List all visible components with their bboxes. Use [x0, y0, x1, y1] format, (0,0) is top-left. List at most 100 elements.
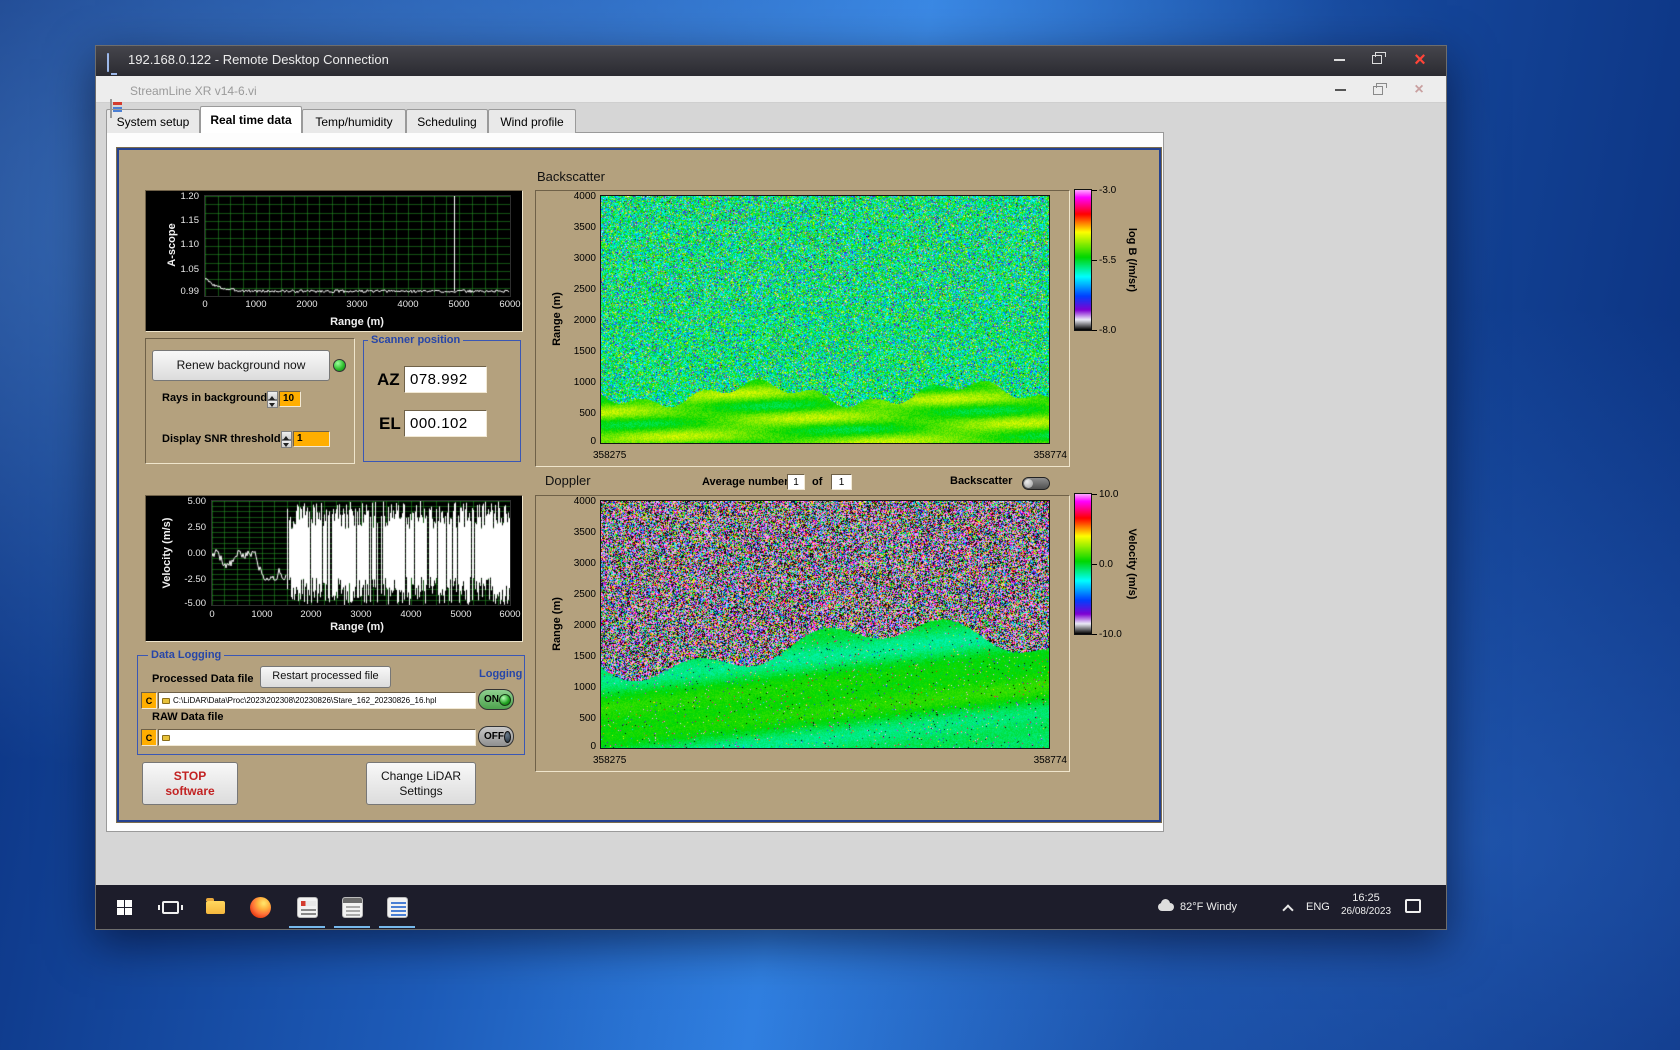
axis-tick-label: 6000: [499, 299, 521, 310]
axis-tick-label: 1000: [573, 682, 596, 693]
spin-down-icon[interactable]: [281, 439, 292, 448]
processed-logging-switch[interactable]: ON: [478, 689, 514, 710]
axis-tick-label: 0: [590, 741, 596, 752]
rdp-minimize-button[interactable]: [1320, 46, 1358, 73]
axis-tick-label: 4000: [400, 609, 422, 620]
remote-desktop-icon: [107, 53, 109, 72]
az-value-field[interactable]: 078.992: [404, 366, 487, 393]
language-indicator[interactable]: ENG: [1306, 901, 1330, 913]
colorbar-tick: [1092, 190, 1097, 191]
average-of-field[interactable]: 1: [831, 474, 852, 490]
axis-tick-label: -10.0: [1099, 629, 1122, 640]
average-number-label: Average number: [702, 476, 789, 488]
raw-file-path-field[interactable]: [158, 729, 476, 746]
app-window-icon: [110, 99, 112, 118]
axis-tick-label: 4000: [573, 191, 596, 202]
el-value-field[interactable]: 000.102: [404, 410, 487, 437]
raw-drive-selector[interactable]: C: [141, 729, 157, 746]
doppler-section-title: Doppler: [545, 473, 591, 488]
scan-schedule-icon: [341, 896, 363, 918]
scanner-position-title: Scanner position: [368, 334, 464, 346]
restart-processed-file-button[interactable]: Restart processed file: [260, 666, 391, 688]
task-view-button[interactable]: [150, 888, 190, 926]
ascope-x-axis-label: Range (m): [330, 316, 384, 328]
led-on-icon: [499, 693, 511, 706]
app-minimize-button[interactable]: [1322, 79, 1358, 101]
clock-time[interactable]: 16:25: [1336, 892, 1396, 904]
stop-software-button[interactable]: STOP software: [142, 762, 238, 805]
spin-down-icon[interactable]: [267, 399, 278, 408]
axis-tick-label: 5000: [450, 609, 472, 620]
spin-up-icon[interactable]: [281, 431, 292, 440]
app-window-title: StreamLine XR v14-6.vi: [130, 84, 257, 98]
data-logging-title: Data Logging: [148, 649, 225, 661]
snr-threshold-spinner[interactable]: [281, 431, 292, 448]
app-close-button[interactable]: ×: [1398, 79, 1440, 101]
change-settings-line2: Settings: [399, 783, 443, 798]
axis-tick-label: 500: [579, 408, 596, 419]
change-lidar-settings-button[interactable]: Change LiDAR Settings: [366, 762, 476, 805]
velocity-x-axis-label: Range (m): [330, 621, 384, 633]
backscatter-toggle[interactable]: [1022, 477, 1050, 490]
start-button[interactable]: [104, 888, 144, 926]
axis-tick-label: 1000: [245, 299, 267, 310]
rdp-titlebar[interactable]: 192.168.0.122 - Remote Desktop Connectio…: [0, 0, 1680, 76]
rdp-close-button[interactable]: ×: [1396, 46, 1444, 73]
tab-wind-profile[interactable]: Wind profile: [488, 109, 576, 133]
axis-tick-label: 3500: [573, 527, 596, 538]
colorbar-tick: [1092, 494, 1097, 495]
colorbar-tick: [1092, 564, 1097, 565]
axis-tick-label: -2.50: [184, 574, 206, 585]
axis-tick-label: 2000: [573, 620, 596, 631]
desktop: 192.168.0.122 - Remote Desktop Connectio…: [0, 0, 1680, 1050]
labview-app-button[interactable]: [287, 888, 327, 926]
axis-tick-label: -5.5: [1099, 255, 1117, 266]
labview-icon: [296, 896, 318, 918]
tab-system-setup[interactable]: System setup: [106, 109, 200, 133]
axis-tick-label: 0.99: [180, 286, 200, 297]
el-label: EL: [379, 414, 401, 433]
raw-logging-switch[interactable]: OFF: [478, 726, 514, 747]
document-app-button[interactable]: [377, 888, 417, 926]
spin-up-icon[interactable]: [267, 391, 278, 400]
tray-expand-button[interactable]: [1282, 904, 1294, 917]
switch-label: OFF: [484, 731, 504, 742]
rays-in-background-field[interactable]: 10: [279, 391, 301, 407]
renew-background-button[interactable]: Renew background now: [152, 350, 330, 381]
tab-scheduling[interactable]: Scheduling: [406, 109, 488, 133]
restore-icon: [1372, 52, 1386, 64]
backscatter-heatmap-canvas: [600, 195, 1050, 444]
rdp-maximize-button[interactable]: [1358, 46, 1396, 73]
renew-background-led: [333, 359, 346, 372]
tab-temp-humidity[interactable]: Temp/humidity: [302, 109, 406, 133]
axis-tick-label: 5.00: [187, 496, 207, 507]
rays-in-background-spinner[interactable]: [267, 391, 278, 408]
axis-tick-label: 1500: [573, 346, 596, 357]
average-number-field[interactable]: 1: [787, 474, 805, 490]
weather-widget[interactable]: 82°F Windy: [1158, 899, 1237, 913]
document-icon: [386, 896, 408, 918]
axis-tick-label: 358275: [593, 450, 627, 461]
scan-schedule-app-button[interactable]: [332, 888, 372, 926]
file-explorer-button[interactable]: [195, 888, 235, 926]
processed-file-path-field[interactable]: C:\LiDAR\Data\Proc\2023\202308\20230826\…: [158, 692, 476, 709]
axis-tick-label: 2500: [573, 284, 596, 295]
axis-tick-label: 1500: [573, 651, 596, 662]
restore-icon: [1373, 82, 1387, 95]
axis-tick-label: 358275: [593, 755, 627, 766]
snr-threshold-field[interactable]: 1: [293, 431, 330, 447]
app-restore-button[interactable]: [1360, 79, 1396, 101]
active-app-underline: [379, 926, 415, 928]
az-label: AZ: [377, 370, 400, 389]
clock-date[interactable]: 26/08/2023: [1330, 906, 1402, 917]
action-center-button[interactable]: [1405, 899, 1421, 916]
axis-tick-label: -8.0: [1099, 325, 1117, 336]
tab-real-time-data[interactable]: Real time data: [200, 106, 302, 133]
processed-drive-selector[interactable]: C: [141, 692, 157, 709]
axis-tick-label: 358774: [1033, 450, 1067, 461]
app-titlebar[interactable]: [96, 76, 1446, 103]
folder-icon: [205, 897, 225, 914]
firefox-button[interactable]: [240, 888, 280, 926]
axis-tick-label: 2000: [573, 315, 596, 326]
active-app-underline: [289, 926, 325, 928]
